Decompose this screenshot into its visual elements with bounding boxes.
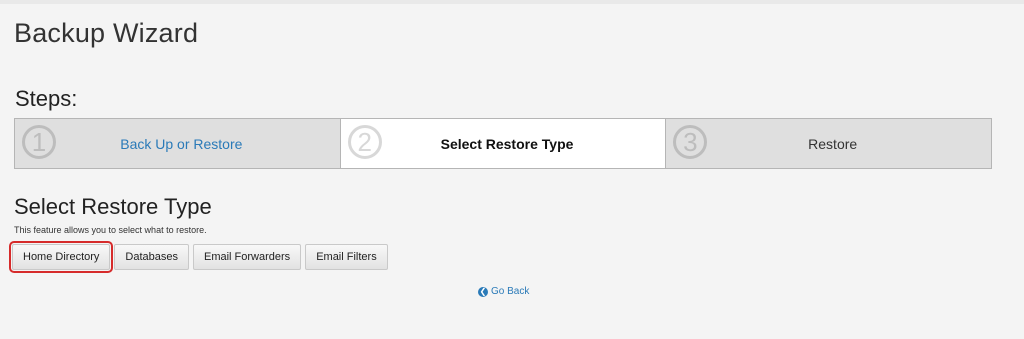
top-border	[0, 0, 1024, 4]
step-label-restore: Restore	[808, 135, 858, 152]
step-restore: 3 Restore	[665, 119, 992, 168]
section-title: Select Restore Type	[14, 194, 212, 219]
home-directory-button[interactable]: Home Directory	[8, 241, 114, 273]
step-select-restore-type: 2 Select Restore Type	[339, 119, 666, 168]
go-back-label[interactable]: Go Back	[491, 286, 529, 297]
email-filters-button[interactable]: Email Filters	[305, 244, 388, 270]
restore-type-buttons: Home Directory Databases Email Forwarder…	[8, 241, 388, 273]
step-back-up-or-restore[interactable]: 1 Back Up or Restore	[15, 119, 340, 168]
page-title: Backup Wizard	[14, 18, 199, 48]
step-number-1: 1	[22, 125, 56, 159]
databases-button[interactable]: Databases	[114, 244, 189, 270]
step-label-back-up-or-restore[interactable]: Back Up or Restore	[120, 136, 242, 152]
step-number-2: 2	[347, 125, 382, 159]
step-label-select-restore-type: Select Restore Type	[440, 135, 574, 152]
steps-progress-bar: 1 Back Up or Restore 2 Select Restore Ty…	[14, 118, 992, 169]
steps-heading: Steps:	[15, 86, 78, 111]
email-forwarders-button[interactable]: Email Forwarders	[193, 244, 302, 270]
go-back-link[interactable]: ❮ Go Back	[478, 286, 529, 297]
arrow-left-circle-icon: ❮	[478, 286, 488, 297]
step-number-3: 3	[673, 125, 708, 159]
section-description: This feature allows you to select what t…	[14, 225, 207, 235]
